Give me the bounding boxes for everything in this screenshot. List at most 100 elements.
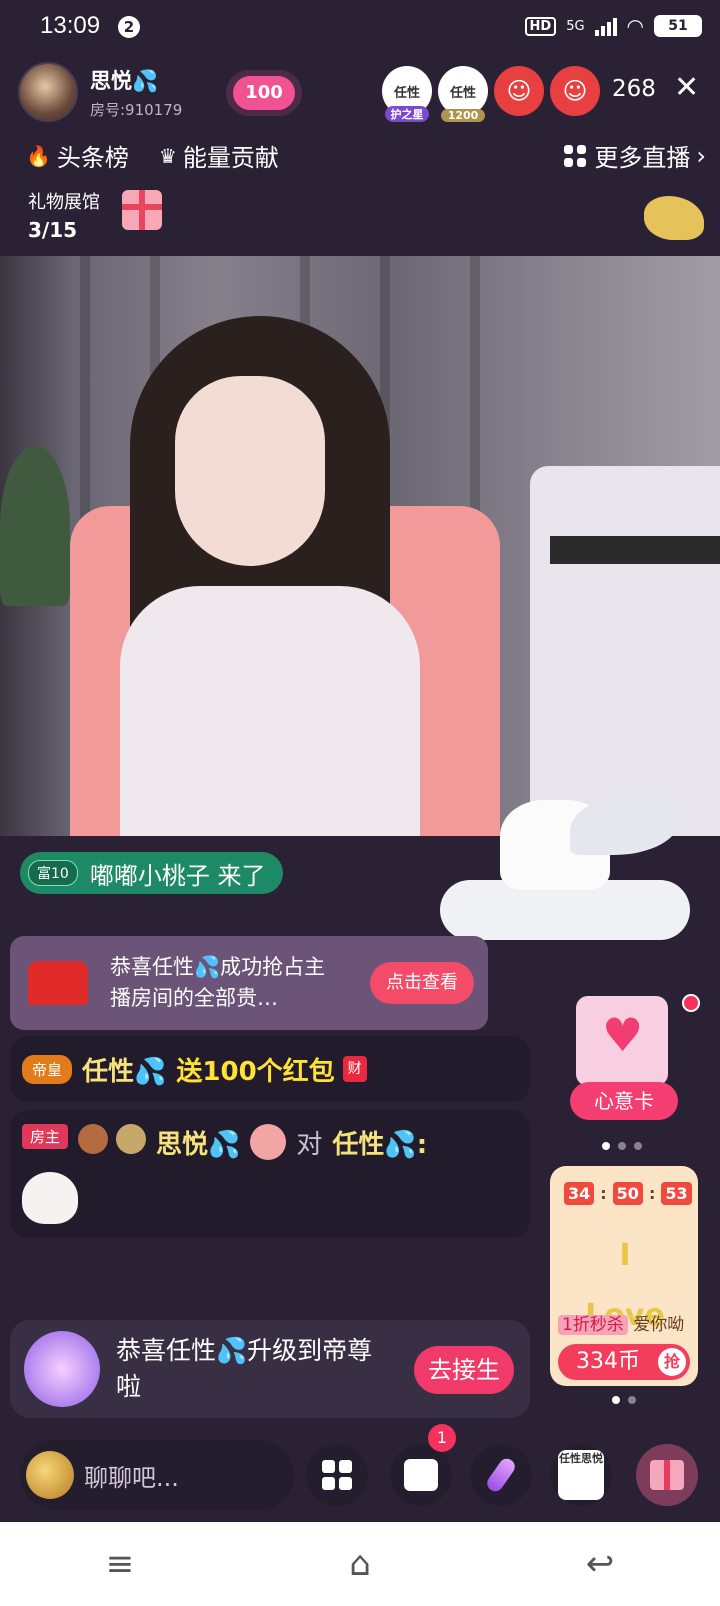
flame-icon: 🔥 — [26, 143, 51, 168]
carousel-dots — [602, 1142, 642, 1150]
gift-icon — [650, 1460, 684, 1490]
hd-icon: HD — [524, 16, 557, 36]
viewer-count[interactable]: 268 — [612, 76, 656, 102]
enter-message: 富10 嘟嘟小桃子 来了 — [20, 852, 284, 894]
grab-icon: 抢 — [658, 1348, 686, 1376]
streamer-body — [120, 586, 420, 836]
tab-energy-contribution[interactable]: ♛ 能量贡献 — [159, 138, 279, 173]
karaoke-button[interactable] — [470, 1444, 532, 1506]
wish-card[interactable]: 心意卡 — [570, 986, 680, 1126]
chat-placeholder: 聊聊吧... — [84, 1463, 179, 1492]
piano — [530, 466, 720, 836]
heart-value: 100 — [233, 76, 295, 110]
home-icon[interactable]: ⌂ — [320, 1544, 400, 1584]
crown-icon: ♛ — [158, 143, 177, 168]
close-icon[interactable]: ✕ — [674, 70, 699, 105]
live-video[interactable] — [0, 256, 720, 836]
host-avatar[interactable] — [18, 62, 78, 122]
status-bar: 13:09 2 HD 5G ◠ 51 — [0, 0, 720, 56]
flash-sale-card[interactable]: 34: 50: 53 I Love 1折秒杀 爱你呦 334币 抢 — [550, 1166, 698, 1386]
level-medal-icon — [78, 1124, 109, 1154]
clock: 13:09 — [40, 12, 101, 39]
sticker-image — [22, 1172, 78, 1224]
redpack-icon: 财 — [342, 1056, 367, 1082]
tab-headline-rank[interactable]: 🔥 头条榜 — [26, 138, 129, 173]
redpack-text: 送100个红包 — [176, 1056, 335, 1087]
message-button[interactable] — [390, 1444, 452, 1506]
grid-icon — [322, 1460, 352, 1490]
notification-count: 2 — [118, 16, 140, 38]
viewer-avatar[interactable]: 任性 1200 — [438, 66, 488, 122]
viewer-avatar[interactable]: ☺ — [494, 66, 544, 116]
price-button[interactable]: 334币 抢 — [558, 1344, 690, 1380]
pegasus-effect — [440, 790, 690, 950]
sender-name[interactable]: 任性💦 — [82, 1051, 166, 1088]
gift-button[interactable] — [636, 1444, 698, 1506]
notification-dot — [682, 994, 700, 1012]
message-icon — [404, 1459, 438, 1491]
rank-medal-icon — [116, 1124, 147, 1154]
gift-hall[interactable]: 礼物展馆 3/15 — [28, 188, 100, 242]
carousel-dots — [612, 1396, 636, 1404]
love-gift-image: I Love — [585, 1238, 665, 1333]
back-icon[interactable]: ↩ — [560, 1544, 640, 1584]
sofa-icon — [28, 961, 88, 1005]
lion-icon — [644, 196, 704, 240]
wealth-badge: 富10 — [28, 860, 78, 886]
message-badge: 1 — [428, 1424, 456, 1452]
wifi-icon: ◠ — [626, 14, 644, 38]
host-message: 房主 思悦💦 对 任性💦: — [10, 1110, 530, 1238]
network-label: 5G — [566, 18, 585, 34]
redpack-message: 帝皇 任性💦 送100个红包 财 — [10, 1036, 530, 1102]
live-header: 思悦💦 房号:910179 100 任性 护之星 任性 1200 ☺ ☺ 268… — [0, 56, 720, 256]
gift-hall-title: 礼物展馆 — [28, 192, 100, 213]
go-congratulate-button[interactable]: 去接生 — [414, 1346, 514, 1394]
chat-input[interactable]: 聊聊吧... — [20, 1440, 294, 1510]
host-tag: 房主 — [22, 1124, 69, 1149]
guard-avatar-button[interactable]: 任性思悦 — [550, 1444, 612, 1506]
upgrade-text: 恭喜任性💦升级到帝尊啦 — [116, 1336, 373, 1401]
emperor-badge: 帝皇 — [22, 1054, 73, 1084]
signal-icon — [594, 16, 617, 36]
system-nav: ≡ ⌂ ↩ — [0, 1522, 720, 1606]
football-icon[interactable] — [26, 1451, 74, 1499]
streamer-face — [175, 376, 325, 566]
status-icons: HD 5G ◠ 51 — [524, 14, 702, 38]
more-live-button[interactable]: 更多直播 › — [564, 138, 706, 173]
noble-seat-card: 恭喜任性💦成功抢占主播房间的全部贵… 点击查看 — [10, 936, 488, 1030]
viewer-avatar[interactable]: ☺ — [550, 66, 600, 116]
viewer-tag: 护之星 — [385, 106, 429, 122]
gift-box-icon[interactable] — [122, 190, 162, 230]
upgrade-message: 恭喜任性💦升级到帝尊啦 去接生 — [10, 1320, 530, 1418]
heart-gift-icon — [576, 996, 668, 1086]
countdown-timer: 34: 50: 53 — [564, 1182, 692, 1205]
enter-text: 嘟嘟小桃子 来了 — [89, 861, 266, 890]
viewer-tag: 1200 — [441, 109, 485, 122]
more-apps-button[interactable] — [306, 1444, 368, 1506]
menu-icon[interactable]: ≡ — [80, 1544, 160, 1584]
plant — [0, 446, 70, 606]
grid-icon — [564, 144, 587, 167]
host-name[interactable]: 思悦💦 — [156, 1124, 240, 1161]
card-text: 恭喜任性💦成功抢占主播房间的全部贵… — [110, 955, 326, 1010]
pig-icon — [250, 1124, 287, 1160]
viewer-avatar[interactable]: 任性 护之星 — [382, 66, 432, 122]
guard-avatar: 任性思悦 — [558, 1450, 604, 1500]
microphone-icon — [484, 1455, 518, 1495]
follow-heart-button[interactable]: 100 — [226, 70, 302, 116]
rank-tabs: 🔥 头条榜 ♛ 能量贡献 更多直播 › — [26, 138, 706, 173]
to-word: 对 — [296, 1130, 323, 1160]
chevron-right-icon: › — [696, 141, 706, 170]
battery-icon: 51 — [654, 15, 702, 37]
target-name[interactable]: 任性💦: — [332, 1124, 427, 1161]
rocket-icon — [24, 1331, 100, 1407]
gift-hall-count: 3/15 — [28, 218, 78, 242]
host-name: 思悦💦 — [90, 68, 159, 93]
deal-text: 1折秒杀 爱你呦 — [558, 1310, 684, 1335]
top-viewers: 任性 护之星 任性 1200 ☺ ☺ — [382, 66, 600, 122]
wish-card-label: 心意卡 — [570, 1082, 678, 1120]
room-number: 房号:910179 — [90, 100, 183, 119]
bottom-bar: 聊聊吧... 任性思悦 — [0, 1428, 720, 1522]
view-details-button[interactable]: 点击查看 — [370, 962, 474, 1004]
host-info[interactable]: 思悦💦 房号:910179 — [18, 62, 182, 122]
